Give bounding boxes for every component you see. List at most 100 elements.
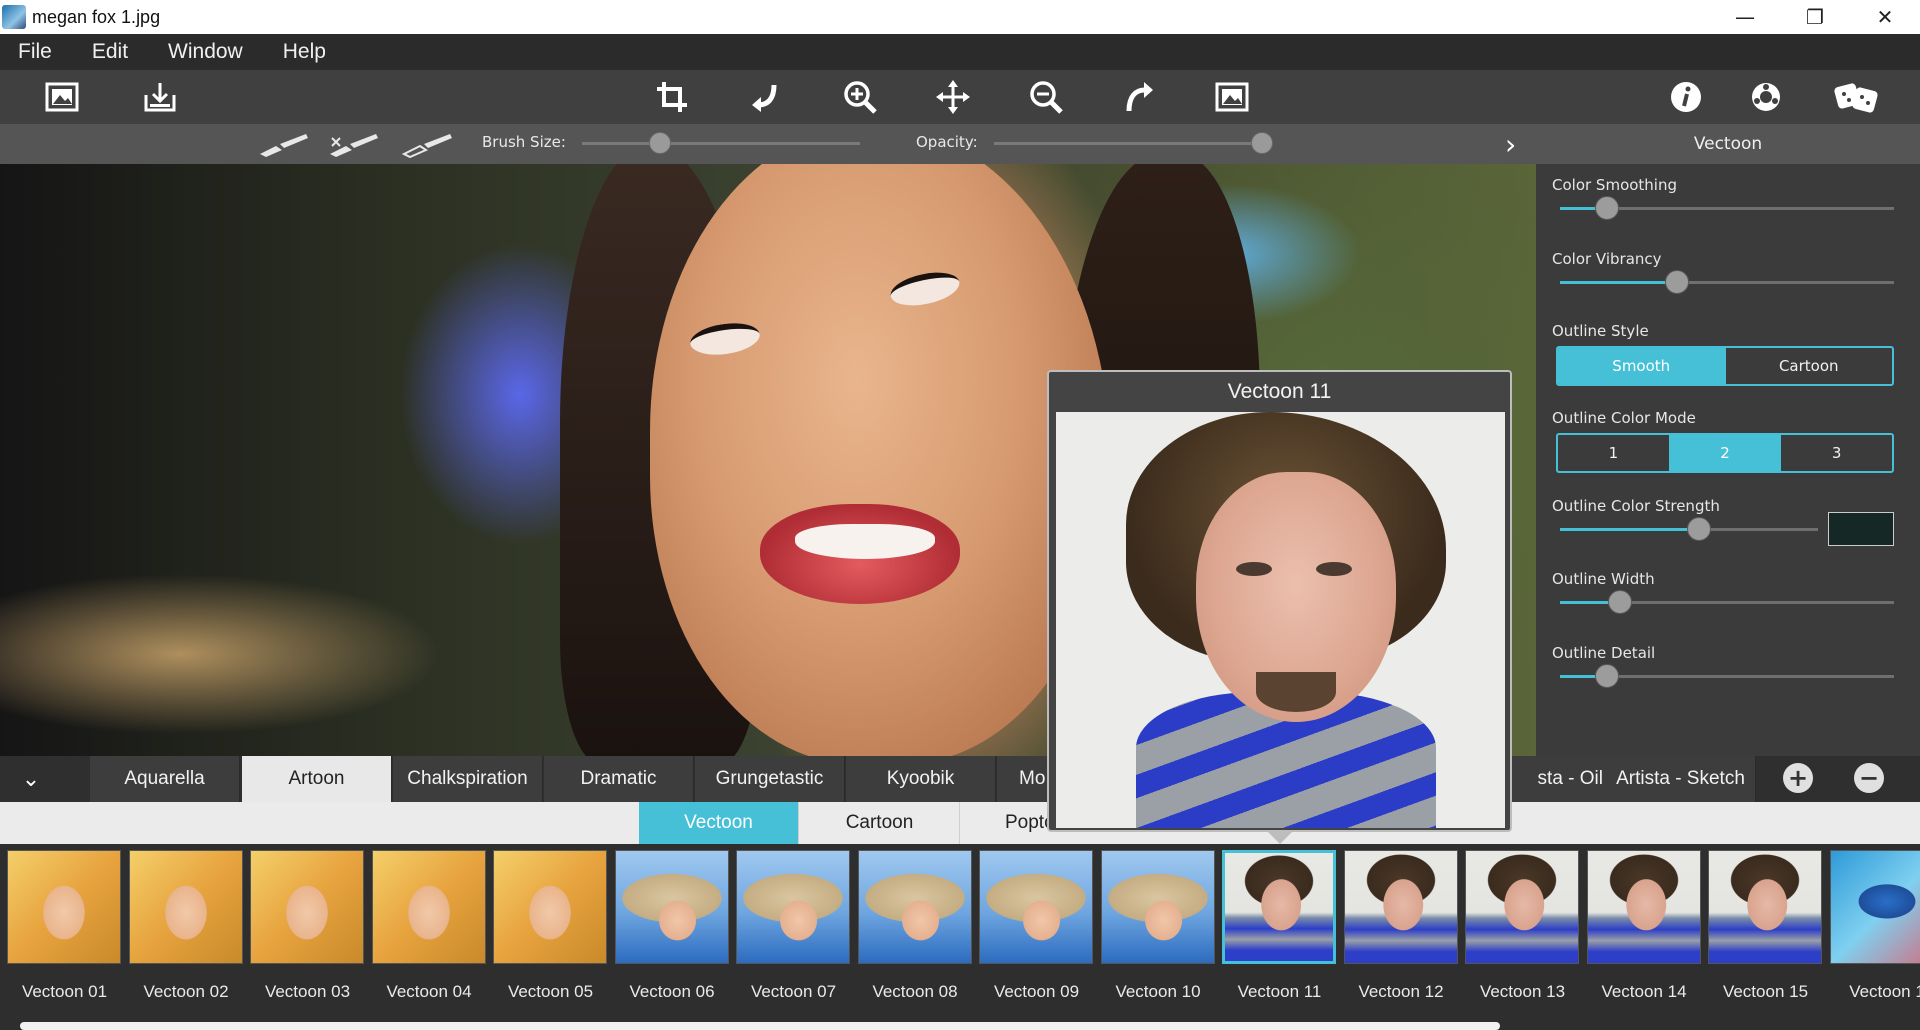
preset-thumbnail[interactable]	[1708, 850, 1822, 964]
outline-color-swatch[interactable]	[1828, 512, 1894, 546]
style-bar: Vectoon Cartoon Popto	[0, 802, 1920, 844]
popup-pointer	[1268, 832, 1292, 844]
preview-beard	[1256, 672, 1336, 712]
brush-erase-icon[interactable]	[326, 132, 382, 158]
category-tab-aquarella[interactable]: Aquarella	[90, 756, 240, 802]
brush-paint-icon[interactable]	[256, 132, 312, 158]
preset-thumbnail-label: Vectoon 02	[143, 982, 229, 1001]
brush-size-thumb[interactable]	[648, 132, 671, 154]
redo-icon[interactable]	[1119, 78, 1159, 116]
outline-style-smooth[interactable]: Smooth	[1558, 348, 1726, 384]
save-download-icon[interactable]	[140, 78, 180, 116]
category-tab-grungetastic[interactable]: Grungetastic	[695, 756, 845, 802]
open-image-icon[interactable]	[42, 78, 82, 116]
preset-thumbnail-label: Vectoon 11	[1237, 982, 1322, 1001]
opacity-slider[interactable]	[994, 132, 1273, 154]
preset-thumbnail[interactable]	[1465, 850, 1579, 964]
minimize-button[interactable]: —	[1710, 0, 1780, 34]
category-tab-artista-sketch[interactable]: Artista - Sketch	[1606, 756, 1756, 802]
preset-thumbnail[interactable]	[736, 850, 850, 964]
preset-thumbnail[interactable]	[1586, 850, 1701, 964]
category-tab-artoon[interactable]: Artoon	[242, 756, 392, 802]
menu-edit[interactable]: Edit	[92, 40, 128, 64]
preset-thumbnail[interactable]	[1829, 850, 1920, 964]
settings-icon[interactable]	[1746, 78, 1786, 116]
category-tab-chalkspiration[interactable]: Chalkspiration	[393, 756, 543, 802]
style-tab-cartoon[interactable]: Cartoon	[800, 802, 960, 844]
crop-icon[interactable]	[652, 78, 692, 116]
remove-category-button[interactable]: −	[1854, 763, 1884, 793]
brush-size-slider[interactable]	[582, 132, 860, 154]
preset-thumbnail-label: Vectoon 12	[1358, 982, 1444, 1001]
outline-style-cartoon[interactable]: Cartoon	[1726, 348, 1893, 384]
outline-color-mode-2[interactable]: 2	[1669, 435, 1782, 471]
preset-thumbnail[interactable]	[128, 850, 243, 964]
canvas-face	[650, 164, 1110, 756]
menu-bar: File Edit Window Help	[0, 34, 1920, 70]
category-tab-artista-oil[interactable]: sta - Oil	[1512, 756, 1614, 802]
close-button[interactable]: ✕	[1850, 0, 1920, 34]
preset-thumbnail-strip: Vectoon 01 Vectoon 02 Vectoon 03 Vectoon 04…	[0, 844, 1920, 1030]
outline-color-mode-1[interactable]: 1	[1558, 435, 1670, 471]
menu-help[interactable]: Help	[283, 40, 326, 64]
preset-thumbnail[interactable]	[1222, 850, 1336, 964]
preset-thumbnail-label: Vectoon 05	[507, 982, 594, 1001]
preset-thumbnail[interactable]	[493, 850, 607, 964]
randomize-dice-icon[interactable]	[1834, 78, 1880, 116]
preset-thumbnail[interactable]	[614, 850, 729, 964]
preset-thumbnail[interactable]	[250, 850, 364, 964]
thumbnail-scrollbar[interactable]	[20, 1022, 1500, 1030]
chevron-down-icon[interactable]: ⌄	[0, 756, 62, 802]
zoom-in-icon[interactable]	[840, 78, 880, 116]
preview-eye-left	[1236, 562, 1272, 576]
category-bar: ⌄ Aquarella Artoon Chalkspiration Dramat…	[0, 756, 1920, 802]
app-logo-icon	[2, 5, 26, 29]
outline-color-strength-thumb[interactable]	[1687, 517, 1712, 541]
preset-thumbnail[interactable]	[371, 850, 486, 964]
brush-reset-icon[interactable]	[400, 132, 456, 159]
preset-thumbnail[interactable]	[857, 850, 972, 964]
preset-preview-popup: Vectoon 11	[1047, 370, 1512, 832]
brush-size-label: Brush Size:	[482, 133, 566, 151]
preview-image	[1056, 412, 1505, 828]
opacity-thumb[interactable]	[1251, 132, 1273, 154]
color-vibrancy-slider[interactable]	[1560, 270, 1894, 294]
outline-color-mode-label: Outline Color Mode	[1552, 409, 1696, 427]
preset-thumbnail[interactable]	[1100, 850, 1215, 964]
style-tab-vectoon[interactable]: Vectoon	[639, 802, 799, 844]
preset-thumbnail[interactable]	[1343, 850, 1458, 964]
outline-width-slider[interactable]	[1560, 590, 1894, 614]
preset-thumbnail-label: Vectoon 15	[1722, 982, 1809, 1001]
restore-button[interactable]: ❐	[1780, 0, 1850, 34]
color-smoothing-thumb[interactable]	[1594, 196, 1619, 220]
category-tab-dramatic[interactable]: Dramatic	[544, 756, 694, 802]
add-category-button[interactable]: +	[1783, 763, 1813, 793]
zoom-out-icon[interactable]	[1026, 78, 1066, 116]
color-smoothing-slider[interactable]	[1560, 196, 1894, 220]
outline-color-strength-slider[interactable]	[1560, 517, 1818, 541]
fit-image-icon[interactable]	[1212, 78, 1252, 116]
chevron-right-icon[interactable]: ›	[1505, 128, 1516, 161]
outline-detail-slider[interactable]	[1560, 664, 1894, 688]
outline-width-thumb[interactable]	[1608, 590, 1633, 614]
brush-toolbar: Brush Size: Opacity: ›	[0, 124, 1536, 164]
category-tab-kyoobik[interactable]: Kyoobik	[846, 756, 996, 802]
preset-thumbnail-label: Vectoon 06	[629, 982, 715, 1001]
pan-move-icon[interactable]	[933, 78, 973, 116]
main-toolbar	[0, 70, 1920, 124]
canvas-teeth	[795, 524, 935, 559]
outline-detail-thumb[interactable]	[1594, 664, 1619, 688]
preset-thumbnail[interactable]	[7, 850, 121, 964]
color-vibrancy-thumb[interactable]	[1664, 270, 1689, 294]
panel-title: Vectoon	[1536, 124, 1920, 164]
menu-window[interactable]: Window	[168, 40, 243, 64]
app-window: megan fox 1.jpg — ❐ ✕ File Edit Window H…	[0, 0, 1920, 1030]
style-tab-popto[interactable]: Popto	[961, 802, 1055, 844]
preset-thumbnail[interactable]	[979, 850, 1093, 964]
outline-style-label: Outline Style	[1552, 322, 1649, 340]
preview-title: Vectoon 11	[1227, 380, 1332, 403]
outline-color-mode-3[interactable]: 3	[1781, 435, 1892, 471]
menu-file[interactable]: File	[18, 40, 52, 64]
undo-icon[interactable]	[746, 78, 786, 116]
info-icon[interactable]	[1666, 78, 1706, 116]
